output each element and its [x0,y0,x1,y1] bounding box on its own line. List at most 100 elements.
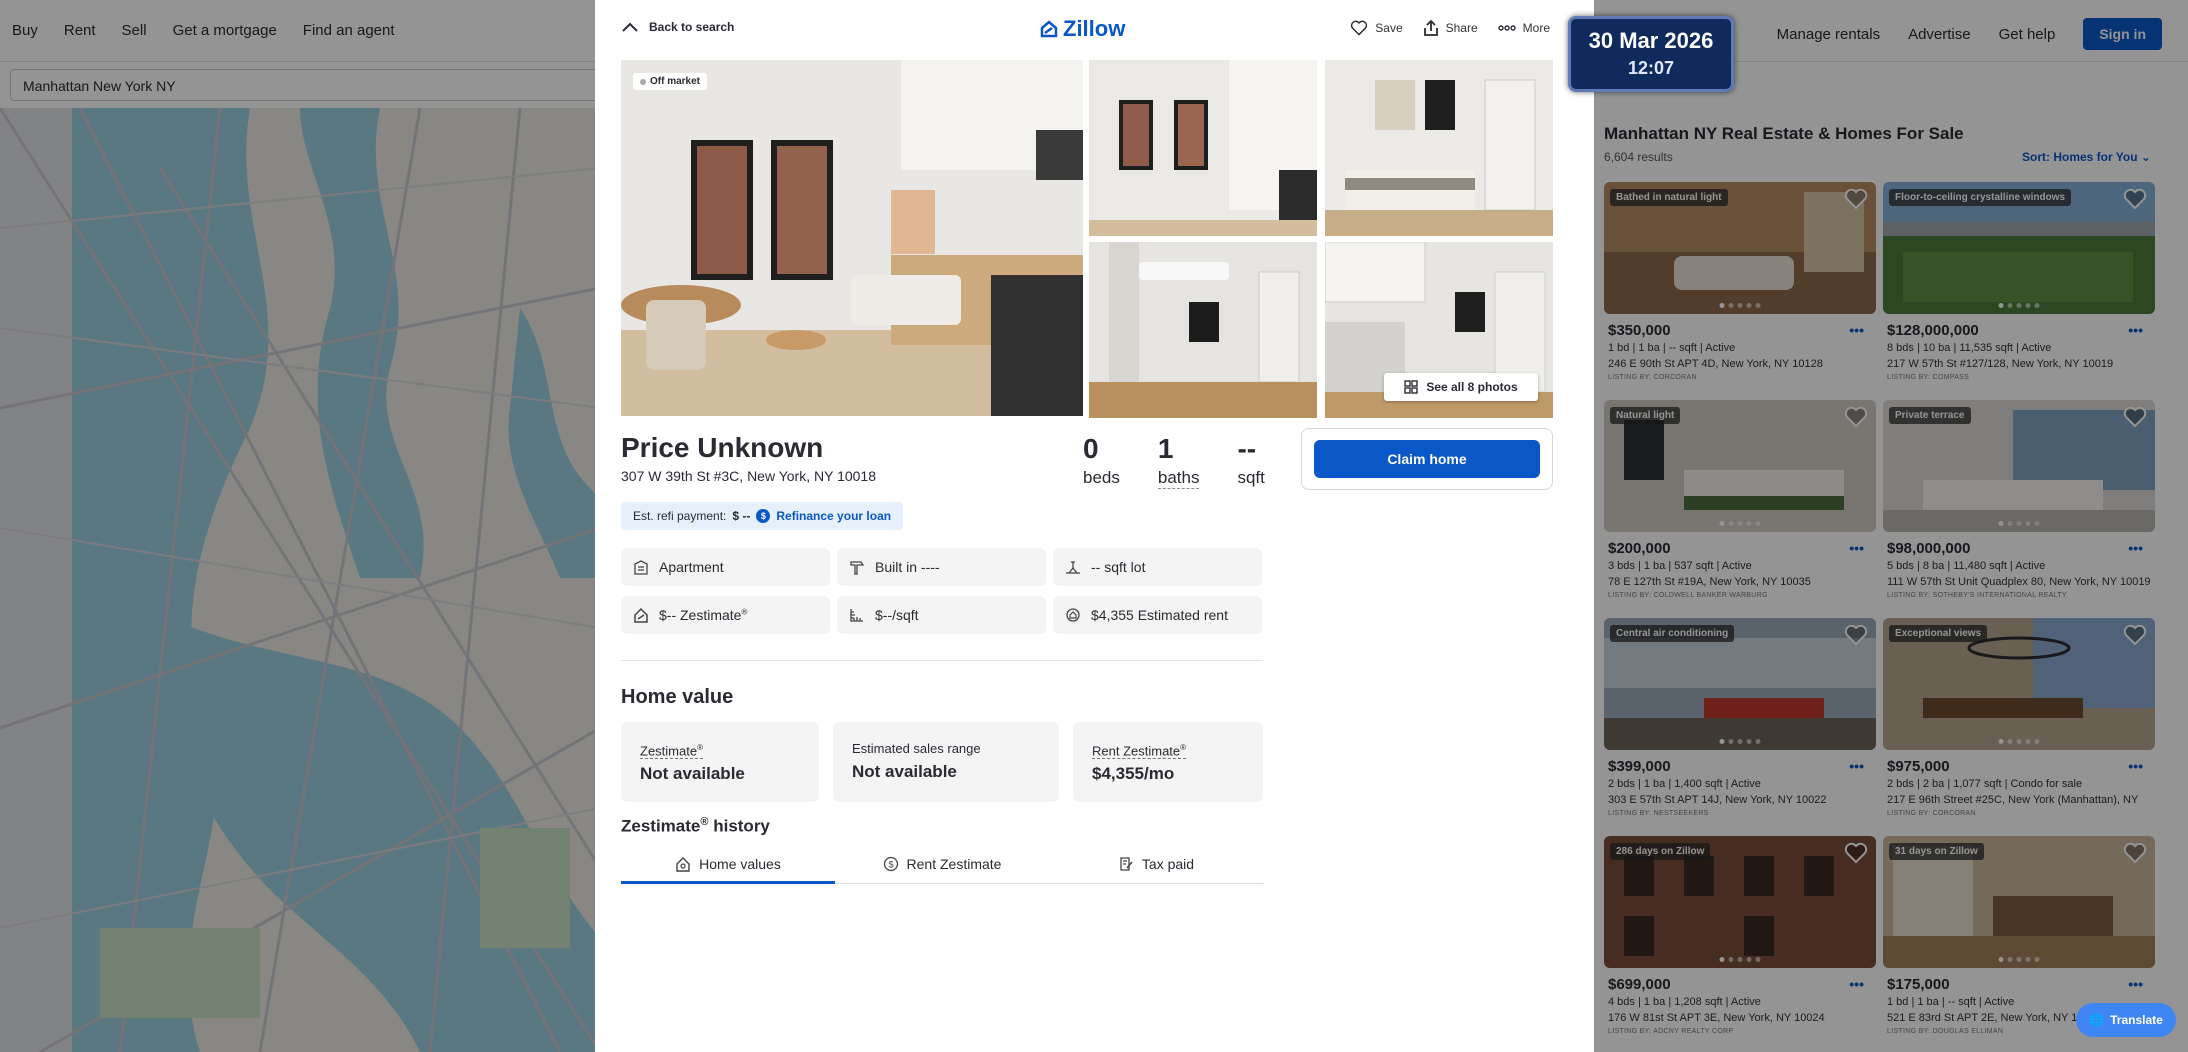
zillow-logo[interactable]: Zillow [1039,16,1125,42]
rent-zestimate-card: Rent Zestimate® $4,355/mo [1073,722,1263,802]
hammer-icon [850,561,865,575]
share-icon [1423,19,1438,36]
back-label: Back to search [649,20,735,34]
fact-year-built-text: Built in ---- [875,559,940,575]
sqft-label: sqft [1237,468,1265,487]
gallery-photo-image [1089,60,1317,236]
rent-zestimate-label-text: Rent Zestimate [1092,743,1181,758]
lot-size-icon [1066,561,1080,574]
claim-home-box: Claim home [1301,428,1553,490]
grid-icon [1404,380,1419,394]
tab-tax-paid[interactable]: Tax paid [1049,844,1263,883]
history-title-a: Zestimate [621,816,701,836]
baths-value: 1 [1157,433,1174,464]
refinance-link[interactable]: Refinance your loan [776,509,891,523]
chevron-up-icon [622,22,638,32]
ruler-icon [850,609,863,622]
facts-grid: Apartment Built in ---- -- sqft lot $-- … [621,548,1263,634]
dollar-icon: $ [756,509,771,523]
fact-zestimate-text: $-- Zestimate® [659,607,747,623]
price-heading: Price Unknown [621,432,824,463]
fact-price-per-sqft-text: $--/sqft [875,607,919,623]
registered-mark: ® [1180,742,1187,752]
more-label: More [1522,21,1550,35]
date-time-widget: 30 Mar 2026 12:07 [1568,16,1734,92]
gallery-photo[interactable] [1089,60,1317,236]
fact-estimated-rent: $4,355 Estimated rent [1053,596,1262,634]
tab-tax-paid-label: Tax paid [1141,855,1195,872]
zillow-logo-icon [1040,20,1058,38]
gallery-photo[interactable] [1089,242,1317,418]
share-label: Share [1445,21,1478,35]
off-market-label: Off market [650,76,701,87]
property-address: 307 W 39th St #3C, New York, NY 10018 [621,468,877,484]
sales-range-label: Estimated sales range [852,741,981,756]
more-button[interactable]: More [1497,19,1550,37]
save-button[interactable]: Save [1350,19,1403,37]
registered-mark: ® [741,607,748,617]
more-dots-icon [1497,25,1516,31]
property-stats: 0 beds 1 baths -- sqft [1083,434,1265,489]
rent-zestimate-label[interactable]: Rent Zestimate® [1092,742,1187,759]
baths-stat: 1 baths [1157,433,1200,489]
sales-range-card: Estimated sales range Not available [833,722,1059,802]
back-to-search-button[interactable]: Back to search [621,20,734,34]
history-tabs: Home values $ Rent Zestimate Tax paid [621,844,1263,884]
zestimate-label-text: Zestimate [640,743,698,758]
zestimate-icon [634,607,648,623]
dollar-circle-icon: $ [883,856,898,871]
gallery-photo-image [1325,60,1553,236]
home-value-heading: Home value [621,686,734,708]
main-photo-image [621,60,1083,416]
sqft-stat: -- sqft [1237,434,1264,489]
fact-price-per-sqft: $--/sqft [837,596,1046,634]
globe-icon: 🌐 [2089,1013,2105,1027]
off-market-badge: Off market [633,73,708,90]
registered-mark: ® [697,742,703,752]
gallery-photo[interactable] [1325,60,1553,236]
photo-gallery: Off market See all 8 photos [621,60,1553,418]
fact-lot-size: -- sqft lot [1053,548,1262,586]
claim-home-button[interactable]: Claim home [1314,440,1540,478]
main-photo[interactable]: Off market [621,60,1083,416]
fact-zestimate-value: $-- Zestimate [659,607,742,623]
zestimate-card: Zestimate® Not available [621,722,819,802]
fact-home-type: Apartment [621,548,830,586]
share-button[interactable]: Share [1423,19,1478,37]
beds-stat: 0 beds [1083,434,1120,489]
fact-home-type-text: Apartment [659,559,724,575]
tab-rent-zestimate[interactable]: $ Rent Zestimate [835,844,1049,883]
refi-label: Est. refi payment: [633,509,727,523]
history-title-b: history [708,816,770,836]
house-icon [676,856,690,872]
refi-value: $ -- [732,509,751,523]
rent-icon [1066,608,1080,622]
rent-zestimate-value: $4,355/mo [1092,764,1175,783]
beds-label: beds [1083,468,1120,487]
refi-banner: Est. refi payment: $ -- $ Refinance your… [621,502,904,530]
zestimate-value: Not available [640,764,745,783]
svg-text:$: $ [888,859,893,869]
fact-estimated-rent-text: $4,355 Estimated rent [1091,607,1228,623]
fact-year-built: Built in ---- [837,548,1046,586]
tab-home-values[interactable]: Home values [621,844,835,884]
fact-lot-size-text: -- sqft lot [1091,559,1146,575]
building-icon [634,560,648,575]
see-all-photos-button[interactable]: See all 8 photos [1384,373,1538,401]
heart-icon [1351,20,1368,36]
translate-button[interactable]: 🌐 Translate [2076,1003,2176,1037]
header-actions: Save Share More [1350,19,1550,37]
sqft-value: -- [1237,433,1257,464]
save-label: Save [1375,21,1403,35]
translate-label: Translate [2110,1013,2163,1027]
zestimate-history-heading: Zestimate® history [621,816,770,837]
baths-label[interactable]: baths [1157,468,1200,489]
clock-time: 12:07 [1627,58,1675,78]
tab-home-values-label: Home values [699,855,781,872]
gallery-photo-image [1089,242,1317,418]
zestimate-label[interactable]: Zestimate® [640,743,703,759]
property-details-modal: Back to search Zillow Save Share More Of… [595,0,1594,1052]
tab-rent-zestimate-label: Rent Zestimate [906,855,1002,872]
fact-zestimate: $-- Zestimate® [621,596,830,634]
document-edit-icon [1120,856,1133,871]
